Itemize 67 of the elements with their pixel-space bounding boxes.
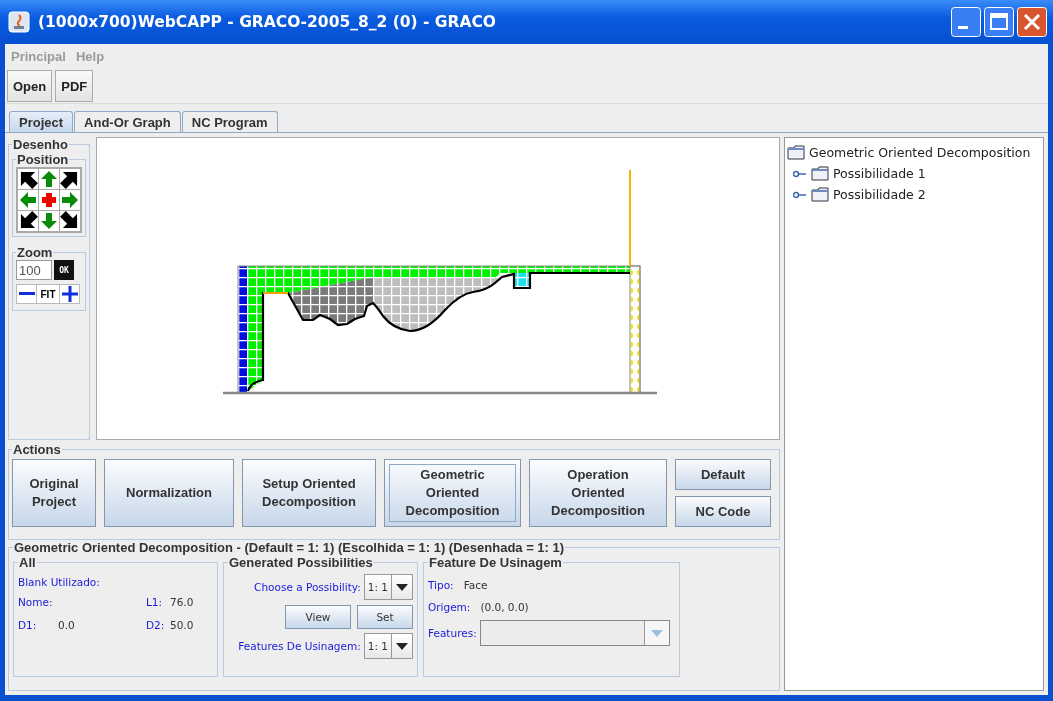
group-title: All: [18, 555, 37, 570]
action-button[interactable]: NC Code: [675, 496, 771, 527]
field-label: Origem:: [428, 601, 471, 613]
arrow-button[interactable]: [18, 169, 38, 189]
group-title: Geometric Oriented Decomposition - (Default = 1: 1) (Escolhida = 1: 1) (Desenhada = 1: 1): [13, 540, 566, 555]
field-label: Choose a Possibility:: [254, 581, 361, 593]
ok-button[interactable]: OK: [54, 260, 74, 280]
field-value: 0.0: [58, 619, 76, 631]
tree-item[interactable]: Possibilidade 2: [833, 187, 926, 202]
tab[interactable]: And-Or Graph: [74, 111, 181, 132]
view-button[interactable]: View: [285, 605, 351, 629]
field-value: 50.0: [170, 619, 195, 631]
action-button[interactable]: Operation Oriented Decomposition: [529, 459, 667, 527]
caret-icon: [650, 629, 663, 637]
action-button[interactable]: Normalization: [104, 459, 234, 527]
action-button[interactable]: Original Project: [12, 459, 96, 527]
close-button[interactable]: [1017, 7, 1047, 37]
folder-icon: [787, 145, 805, 160]
field-value: Face: [463, 579, 488, 591]
zoom-in-button[interactable]: [60, 285, 79, 303]
field-label: Features De Usinagem:: [238, 640, 361, 652]
field-label: Blank Utilizado:: [18, 576, 101, 588]
field-value: (0.0, 0.0): [480, 601, 529, 613]
expand-handle-icon[interactable]: [793, 189, 807, 200]
set-button[interactable]: Set: [357, 605, 413, 629]
minus-icon: [18, 292, 35, 296]
tree-item[interactable]: Geometric Oriented Decomposition: [809, 145, 1031, 160]
field-label: L1:: [146, 596, 164, 608]
toolbar-button[interactable]: Open: [7, 70, 53, 102]
tab[interactable]: Project: [9, 111, 74, 132]
field-label: D1:: [18, 619, 38, 631]
group-title: Position: [16, 152, 70, 167]
field-label: Nome:: [18, 596, 54, 608]
zoom-field[interactable]: 100: [16, 260, 52, 280]
folder-icon: [811, 166, 829, 181]
expand-handle-icon[interactable]: [793, 168, 807, 179]
cross-button[interactable]: [39, 190, 59, 210]
plus-icon: [61, 286, 78, 302]
java-cup-icon: [8, 11, 30, 33]
group-title: Generated Possibilities: [228, 555, 374, 570]
zoom-out-button[interactable]: [17, 285, 36, 303]
field-label: Features:: [428, 627, 477, 639]
arrow-button[interactable]: [60, 211, 80, 231]
action-button[interactable]: Setup Oriented Decomposition: [242, 459, 376, 527]
arrow-button[interactable]: [18, 211, 38, 231]
group-title: Zoom: [16, 245, 54, 260]
action-button[interactable]: Geometric Oriented Decomposition: [384, 459, 521, 527]
tab[interactable]: NC Program: [181, 111, 278, 132]
dropdown[interactable]: 1: 1: [363, 574, 413, 600]
action-button[interactable]: Default: [675, 459, 771, 490]
group-title: Actions: [12, 442, 62, 457]
field-value: 76.0: [170, 596, 195, 608]
group-title: Desenho: [12, 137, 69, 152]
folder-icon: [811, 187, 829, 202]
caret-icon: [396, 583, 408, 591]
field-label: Tipo:: [428, 579, 454, 591]
arrow-button[interactable]: [60, 169, 80, 189]
dropdown[interactable]: 1: 1: [363, 633, 413, 659]
minimize-button[interactable]: [951, 7, 981, 37]
toolbar-button[interactable]: PDF: [55, 70, 94, 102]
group-title: Feature De Usinagem: [428, 555, 563, 570]
caret-icon: [396, 642, 408, 650]
tree-item[interactable]: Possibilidade 1: [833, 166, 926, 181]
maximize-button[interactable]: [984, 7, 1014, 37]
fit-button[interactable]: FIT: [37, 285, 59, 303]
window-title: (1000x700)WebCAPP - GRACO-2005_8_2 (0) - GRACO: [38, 13, 498, 31]
field-label: D2:: [146, 619, 166, 631]
